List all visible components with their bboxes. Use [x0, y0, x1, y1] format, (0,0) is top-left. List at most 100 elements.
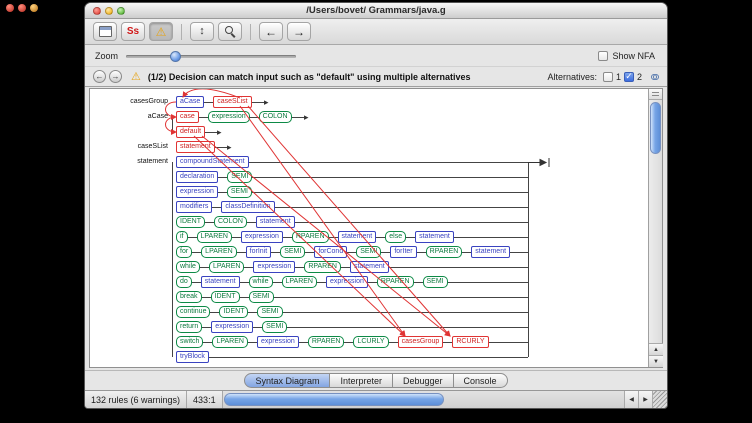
diagram-node-switch[interactable]: switch	[176, 336, 203, 348]
resize-grip[interactable]	[652, 391, 667, 408]
diagram-node-SEMI[interactable]: SEMI	[356, 246, 381, 258]
vertical-scrollbar-thumb[interactable]	[650, 102, 661, 154]
alternative-1-checkbox[interactable]	[603, 72, 613, 82]
diagram-node-statement[interactable]: statement	[201, 276, 240, 288]
warnings-button[interactable]: ⚠	[149, 22, 173, 41]
zoom-slider-knob[interactable]	[170, 51, 181, 62]
diagram-node-IDENT[interactable]: IDENT	[219, 306, 248, 318]
diagram-node-COLON[interactable]: COLON	[214, 216, 247, 228]
close-button[interactable]	[93, 7, 101, 15]
diagram-node-continue[interactable]: continue	[176, 306, 210, 318]
diagram-node-statement[interactable]: statement	[176, 141, 215, 153]
diagram-node-SEMI[interactable]: SEMI	[227, 171, 252, 183]
goto-rule-button[interactable]: ↕	[190, 22, 214, 41]
diagram-node-IDENT[interactable]: IDENT	[176, 216, 205, 228]
diagram-node-aCase[interactable]: aCase	[176, 96, 204, 108]
diagram-node-tryBlock[interactable]: tryBlock	[176, 351, 209, 363]
diagram-node-statement[interactable]: statement	[415, 231, 454, 243]
diagram-node-LCURLY[interactable]: LCURLY	[353, 336, 388, 348]
diagram-node-IDENT[interactable]: IDENT	[211, 291, 240, 303]
diagram-node-LPAREN[interactable]: LPAREN	[209, 261, 245, 273]
diagram-node-SEMI[interactable]: SEMI	[280, 246, 305, 258]
diagram-node-LPAREN[interactable]: LPAREN	[282, 276, 318, 288]
diagram-node-if[interactable]: if	[176, 231, 188, 243]
diagram-node-forInit[interactable]: forInit	[246, 246, 272, 258]
diagram-node-COLON[interactable]: COLON	[259, 111, 292, 123]
diagram-node-expression[interactable]: expression	[326, 276, 368, 288]
diagram-node-expression[interactable]: expression	[208, 111, 250, 123]
syntax-coloring-button[interactable]: Ss	[121, 22, 145, 41]
diagram-node-expression[interactable]: expression	[211, 321, 253, 333]
diagram-node-classDefinition[interactable]: classDefinition	[221, 201, 274, 213]
diagram-node-while[interactable]: while	[176, 261, 200, 273]
editor-view-button[interactable]	[93, 22, 117, 41]
vertical-scrollbar[interactable]: ▲ ▼	[648, 89, 662, 367]
diagram-node-RPAREN[interactable]: RPAREN	[292, 231, 329, 243]
diagram-node-LPAREN[interactable]: LPAREN	[201, 246, 237, 258]
diagram-node-SEMI[interactable]: SEMI	[227, 186, 252, 198]
scroll-arrows: ▲ ▼	[649, 343, 662, 367]
diagram-node-RPAREN[interactable]: RPAREN	[308, 336, 345, 348]
diagram-node-SEMI[interactable]: SEMI	[249, 291, 274, 303]
diagram-node-expression[interactable]: expression	[253, 261, 295, 273]
zoom-slider[interactable]	[126, 49, 296, 63]
diagram-node-forCond[interactable]: forCond	[314, 246, 347, 258]
diagram-node-return[interactable]: return	[176, 321, 202, 333]
diagram-node-default[interactable]: default	[176, 126, 205, 138]
diagram-node-caseSList[interactable]: caseSList	[213, 96, 251, 108]
navigate-back-button[interactable]: ←	[259, 22, 283, 41]
diagram-canvas-frame: casesGroupaCasecaseSList▸aCasecaseexpres…	[89, 88, 663, 368]
scroll-left-button[interactable]: ◀	[624, 391, 638, 408]
diagram-node-else[interactable]: else	[385, 231, 406, 243]
tab-console[interactable]: Console	[453, 373, 508, 388]
horizontal-scrollbar[interactable]: ◀ ▶	[223, 391, 652, 408]
diagram-node-compoundStatement[interactable]: compoundStatement	[176, 156, 249, 168]
diagram-node-forIter[interactable]: forIter	[390, 246, 416, 258]
alternative-2-checkbox[interactable]	[624, 72, 634, 82]
next-warning-button[interactable]: →	[109, 70, 122, 83]
minimize-button[interactable]	[105, 7, 113, 15]
diagram-node-statement[interactable]: statement	[350, 261, 389, 273]
diagram-node-statement[interactable]: statement	[471, 246, 510, 258]
diagram-node-SEMI[interactable]: SEMI	[262, 321, 287, 333]
tab-interpreter[interactable]: Interpreter	[329, 373, 393, 388]
horizontal-scrollbar-thumb[interactable]	[224, 393, 445, 406]
rule-nodes: modifiers classDefinition	[176, 200, 275, 214]
diagram-node-LPAREN[interactable]: LPAREN	[197, 231, 233, 243]
diagram-canvas[interactable]: casesGroupaCasecaseSList▸aCasecaseexpres…	[90, 89, 648, 367]
diagram-node-expression[interactable]: expression	[176, 186, 218, 198]
diagram-node-while[interactable]: while	[249, 276, 273, 288]
diagram-node-declaration[interactable]: declaration	[176, 171, 218, 183]
navigate-forward-button[interactable]: →	[287, 22, 311, 41]
diagram-node-for[interactable]: for	[176, 246, 192, 258]
title-bar[interactable]: /Users/bovet/ Grammars/java.g	[85, 3, 667, 19]
diagram-node-RPAREN[interactable]: RPAREN	[304, 261, 341, 273]
diagram-node-LPAREN[interactable]: LPAREN	[212, 336, 248, 348]
diagram-node-expression[interactable]: expression	[257, 336, 299, 348]
show-nfa-checkbox[interactable]	[598, 51, 608, 61]
diagram-node-statement[interactable]: statement	[256, 216, 295, 228]
diagram-node-statement[interactable]: statement	[338, 231, 377, 243]
find-button[interactable]	[218, 22, 242, 41]
diagram-node-RCURLY[interactable]: RCURLY	[452, 336, 488, 348]
diagram-node-SEMI[interactable]: SEMI	[423, 276, 448, 288]
previous-warning-button[interactable]: ←	[93, 70, 106, 83]
tab-debugger[interactable]: Debugger	[392, 373, 454, 388]
diagram-node-RPAREN[interactable]: RPAREN	[426, 246, 463, 258]
maximize-button[interactable]	[117, 7, 125, 15]
scroll-down-button[interactable]: ▼	[649, 355, 663, 367]
diagram-node-casesGroup[interactable]: casesGroup	[398, 336, 444, 348]
diagram-node-modifiers[interactable]: modifiers	[176, 201, 212, 213]
diagram-node-case[interactable]: case	[176, 111, 199, 123]
link-alternatives-button[interactable]	[651, 74, 659, 80]
tab-syntax-diagram[interactable]: Syntax Diagram	[244, 373, 330, 388]
scroll-right-button[interactable]: ▶	[638, 391, 652, 408]
diagram-node-break[interactable]: break	[176, 291, 202, 303]
diagram-node-RPAREN[interactable]: RPAREN	[377, 276, 414, 288]
diagram-node-do[interactable]: do	[176, 276, 192, 288]
diagram-node-SEMI[interactable]: SEMI	[257, 306, 282, 318]
diagram-node-expression[interactable]: expression	[241, 231, 283, 243]
pane-splitter-icon[interactable]	[649, 89, 662, 100]
horizontal-scrollbar-track[interactable]	[223, 391, 624, 408]
scroll-up-button[interactable]: ▲	[649, 343, 663, 355]
